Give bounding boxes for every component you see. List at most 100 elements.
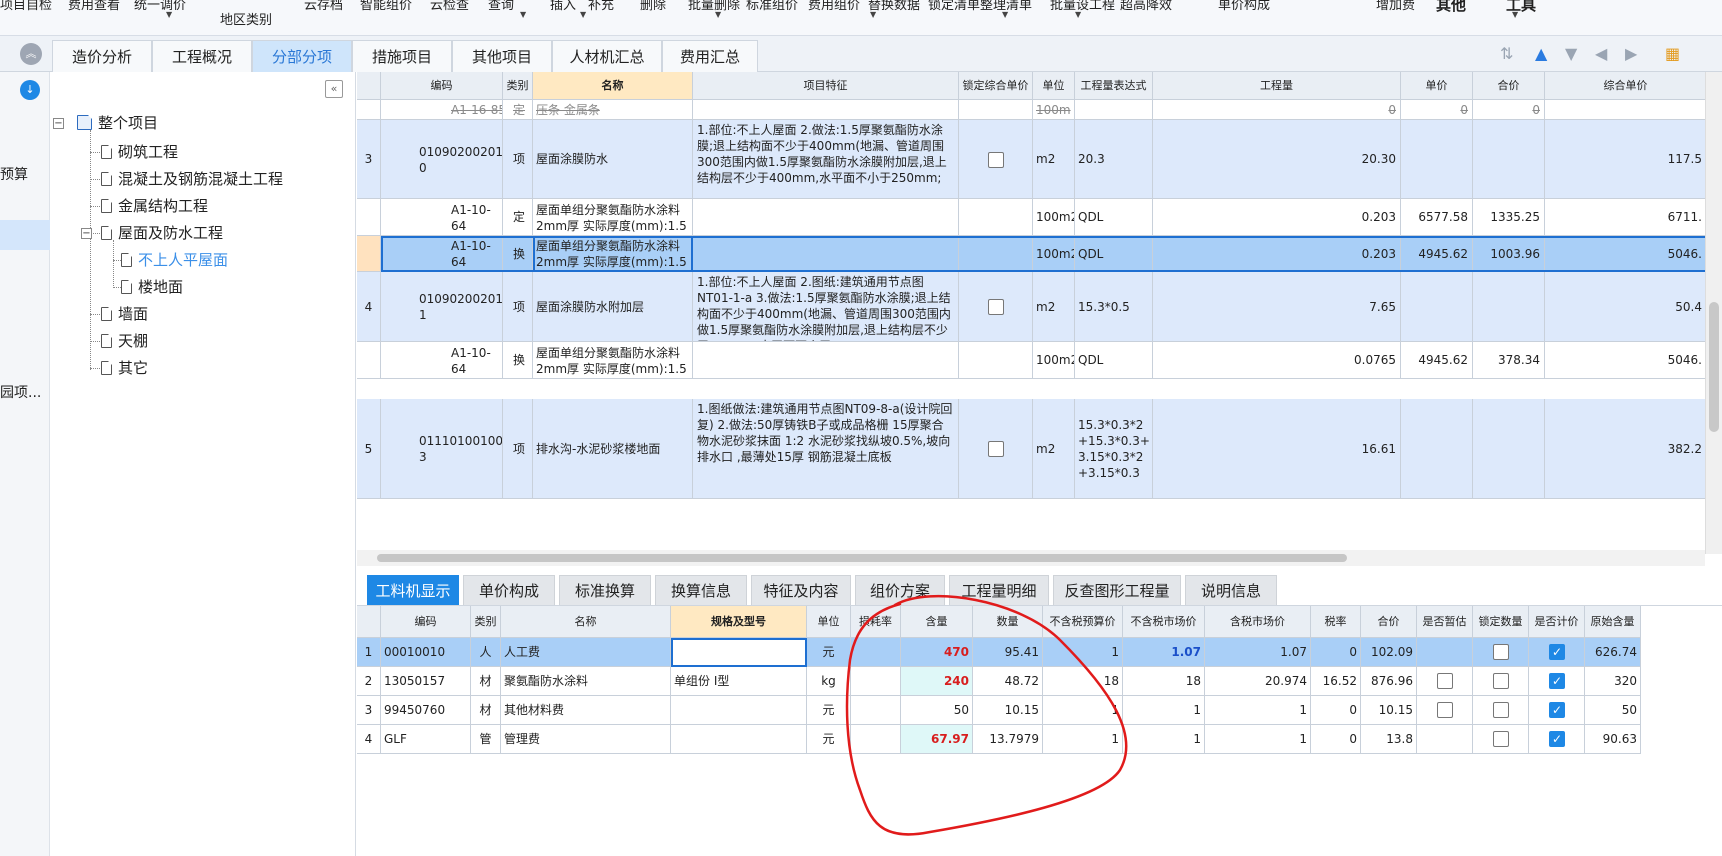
- grid-cell[interactable]: 屋面涂膜防水附加层: [533, 272, 693, 342]
- grid-cell[interactable]: 0.0765: [1153, 342, 1401, 379]
- grid-cell[interactable]: QDL: [1075, 199, 1153, 236]
- resource-cell[interactable]: 18: [1043, 667, 1123, 696]
- resource-cell[interactable]: [1417, 696, 1473, 725]
- menu-item-11[interactable]: 批量删除: [688, 0, 740, 13]
- tree-node-6[interactable]: 楼地面: [121, 276, 183, 298]
- resource-cell[interactable]: 1: [1205, 725, 1311, 754]
- resource-cell[interactable]: 人工费: [501, 638, 671, 667]
- resource-cell[interactable]: [1417, 638, 1473, 667]
- resource-cell[interactable]: 13.8: [1361, 725, 1417, 754]
- resource-cell[interactable]: [851, 638, 901, 667]
- menu-item-6[interactable]: 云检查: [430, 0, 469, 13]
- grid-cell[interactable]: 100m2: [1033, 342, 1075, 379]
- grid-cell[interactable]: [959, 120, 1033, 199]
- table-row[interactable]: A1-10-64 + A1-10···换屋面单组分聚氨酯防水涂料 2mm厚 实际…: [357, 342, 1707, 379]
- resource-header-8[interactable]: 不含税预算价: [1043, 606, 1123, 638]
- grid-cell[interactable]: 0.203: [1153, 199, 1401, 236]
- grid-cell[interactable]: 01090200201 1: [381, 272, 503, 342]
- resource-cell[interactable]: 95.41: [973, 638, 1043, 667]
- menu-item-19[interactable]: 单价构成: [1218, 0, 1270, 13]
- resource-cell[interactable]: 320: [1585, 667, 1641, 696]
- collapse-up-icon[interactable]: ︽: [20, 43, 42, 65]
- resource-cell[interactable]: [671, 638, 807, 667]
- menu-item-18[interactable]: 超高降效: [1120, 0, 1172, 13]
- resource-cell[interactable]: 102.09: [1361, 638, 1417, 667]
- left-strip-label-park[interactable]: 园项...: [0, 382, 41, 402]
- menu-dropdown-icon[interactable]: ▼: [1512, 10, 1518, 19]
- lock-price-checkbox[interactable]: [988, 441, 1004, 457]
- resource-header-5[interactable]: 损耗率: [851, 606, 901, 638]
- bottom-tab-8[interactable]: 说明信息: [1185, 575, 1277, 605]
- resource-header-3[interactable]: 规格及型号: [671, 606, 807, 638]
- tree-node-2[interactable]: 混凝土及钢筋混凝土工程: [101, 168, 283, 190]
- resource-cell[interactable]: [851, 696, 901, 725]
- grid-cell[interactable]: 1.部位:不上人屋面 2.图纸:建筑通用节点图NT01-1-a 3.做法:1.5…: [693, 272, 959, 342]
- resource-header-11[interactable]: 税率: [1311, 606, 1361, 638]
- resource-cell[interactable]: 元: [807, 638, 851, 667]
- grid-cell[interactable]: 6577.58: [1401, 199, 1473, 236]
- grid-cell[interactable]: 50.4: [1545, 272, 1707, 342]
- menu-item-2[interactable]: 统一调价: [134, 0, 186, 13]
- grid-cell[interactable]: 0: [1401, 100, 1473, 120]
- resource-cell[interactable]: 聚氨酯防水涂料: [501, 667, 671, 696]
- grid-header-0[interactable]: 编码: [381, 72, 503, 100]
- resource-header-14[interactable]: 锁定数量: [1473, 606, 1529, 638]
- grid-cell[interactable]: m2: [1033, 272, 1075, 342]
- grid-cell[interactable]: 6711.: [1545, 199, 1707, 236]
- resource-cell[interactable]: [1417, 725, 1473, 754]
- resource-cell[interactable]: [671, 696, 807, 725]
- grid-header-9[interactable]: 合价: [1473, 72, 1545, 100]
- resource-cell[interactable]: 人: [471, 638, 501, 667]
- tree-node-0[interactable]: 整个项目: [77, 112, 158, 134]
- menu-item-8[interactable]: 插入: [550, 0, 576, 13]
- menu-item-21[interactable]: 其他: [1436, 0, 1466, 15]
- move-left-icon[interactable]: ◀: [1595, 44, 1607, 63]
- lock-qty-checkbox[interactable]: [1493, 673, 1509, 689]
- lock-qty-checkbox[interactable]: [1493, 644, 1509, 660]
- menu-sub-region[interactable]: 地区类别: [220, 9, 272, 28]
- resource-cell[interactable]: ✓: [1529, 696, 1585, 725]
- grid-cell[interactable]: 1003.96: [1473, 236, 1545, 272]
- menu-item-15[interactable]: 锁定清单: [928, 0, 980, 13]
- bottom-tab-7[interactable]: 反查图形工程量: [1053, 575, 1181, 605]
- grid-cell[interactable]: 屋面单组分聚氨酯防水涂料 2mm厚 实际厚度(mm):1.5: [533, 199, 693, 236]
- resource-cell[interactable]: 13.7979: [973, 725, 1043, 754]
- table-row[interactable]: A1-10-64 + A1-10···定屋面单组分聚氨酯防水涂料 2mm厚 实际…: [357, 199, 1707, 236]
- tab-5[interactable]: 人材机汇总: [552, 40, 662, 72]
- grid-header-3[interactable]: 项目特征: [693, 72, 959, 100]
- tab-0[interactable]: 造价分析: [52, 40, 152, 72]
- menu-item-9[interactable]: 补充: [588, 0, 614, 13]
- resource-cell[interactable]: ✓: [1529, 725, 1585, 754]
- resource-cell[interactable]: 1: [1043, 725, 1123, 754]
- resource-cell[interactable]: 管: [471, 725, 501, 754]
- estimate-checkbox[interactable]: [1437, 702, 1453, 718]
- resource-cell[interactable]: 1: [1123, 725, 1205, 754]
- resource-header-16[interactable]: 原始含量: [1585, 606, 1641, 638]
- resource-header-10[interactable]: 含税市场价: [1205, 606, 1311, 638]
- grid-cell[interactable]: 屋面单组分聚氨酯防水涂料 2mm厚 实际厚度(mm):1.5: [533, 236, 693, 272]
- grid-cell[interactable]: 定: [503, 100, 533, 120]
- resource-cell[interactable]: 管理费: [501, 725, 671, 754]
- resource-header-12[interactable]: 合价: [1361, 606, 1417, 638]
- menu-dropdown-icon[interactable]: ▼: [166, 10, 172, 19]
- menu-dropdown-icon[interactable]: ▼: [520, 10, 526, 19]
- priced-checkbox[interactable]: ✓: [1549, 673, 1565, 689]
- grid-header-6[interactable]: 工程量表达式: [1075, 72, 1153, 100]
- grid-cell[interactable]: 项: [503, 272, 533, 342]
- grid-cell[interactable]: [1473, 272, 1545, 342]
- tab-3[interactable]: 措施项目: [352, 40, 452, 72]
- tree-node-5[interactable]: 不上人平屋面: [121, 249, 228, 271]
- menu-item-1[interactable]: 费用查看: [68, 0, 120, 13]
- grid-cell[interactable]: 378.34: [1473, 342, 1545, 379]
- tree-node-3[interactable]: 金属结构工程: [101, 195, 208, 217]
- grid-cell[interactable]: 15.3*0.5: [1075, 272, 1153, 342]
- filter-icon[interactable]: ▦: [1665, 44, 1680, 63]
- resource-cell[interactable]: 元: [807, 696, 851, 725]
- grid-cell[interactable]: [1473, 120, 1545, 199]
- menu-item-7[interactable]: 查询: [488, 0, 514, 13]
- grid-cell[interactable]: 4945.62: [1401, 342, 1473, 379]
- resource-header-6[interactable]: 含量: [901, 606, 973, 638]
- resource-cell[interactable]: 18: [1123, 667, 1205, 696]
- resource-cell[interactable]: 10.15: [973, 696, 1043, 725]
- resource-cell[interactable]: 876.96: [1361, 667, 1417, 696]
